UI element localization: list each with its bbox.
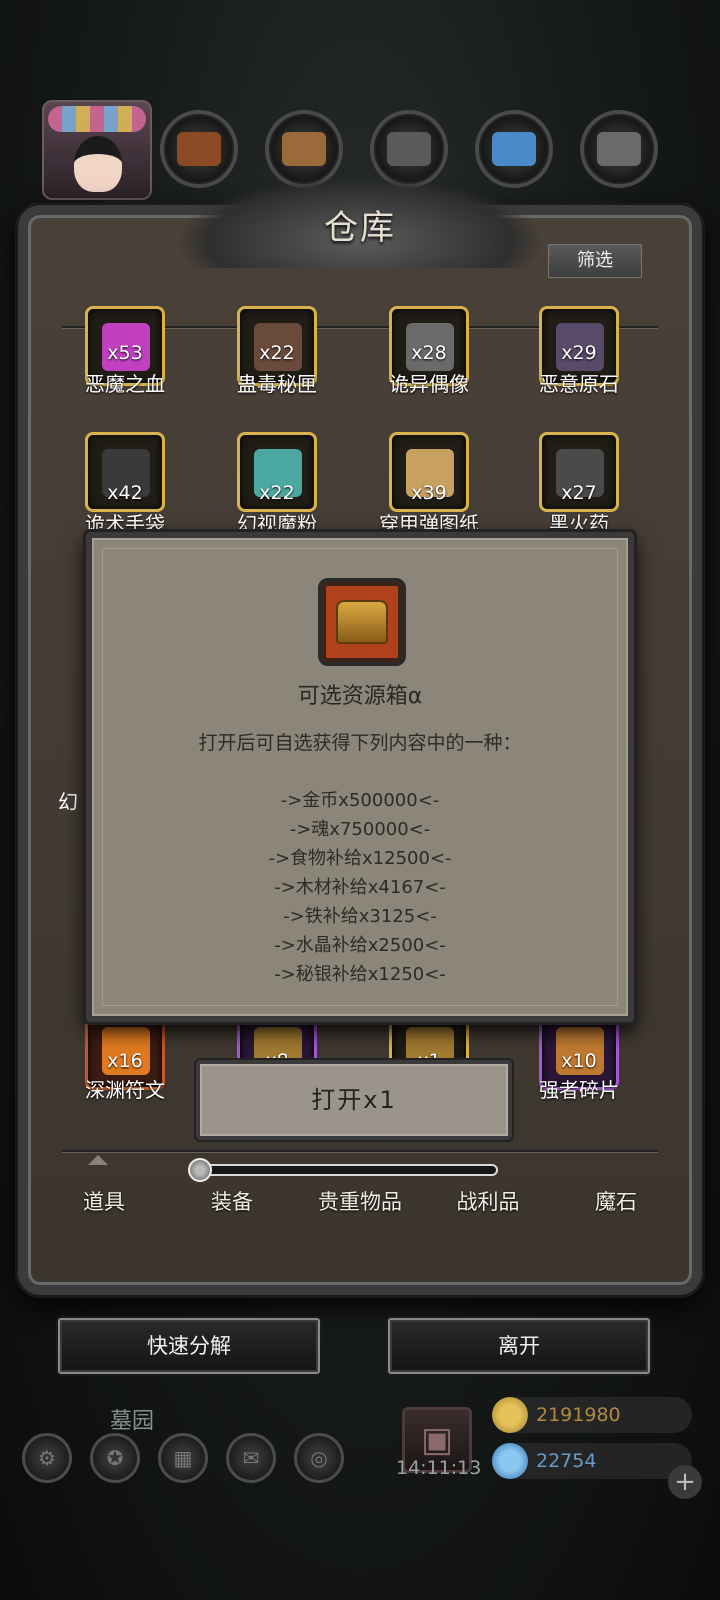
gem-amount: 22754 — [536, 1450, 597, 1472]
item-quantity: x27 — [561, 482, 597, 504]
skill-icon[interactable]: ◎ — [294, 1433, 344, 1483]
crystal-resource-icon[interactable] — [475, 110, 553, 188]
item-quantity: x22 — [259, 342, 295, 364]
player-avatar[interactable] — [42, 100, 152, 200]
quick-decompose-button[interactable]: 快速分解 — [58, 1318, 320, 1374]
scroll-slider-thumb[interactable] — [188, 1158, 212, 1182]
tab-magic-stones[interactable]: 魔石 — [552, 1186, 680, 1216]
popup-item-name: 可选资源箱α — [297, 684, 423, 709]
reward-option: ->秘银补给x1250<- — [274, 964, 446, 985]
inventory-item[interactable]: x16 深渊符文 — [50, 1010, 200, 1110]
category-tabs: 道具 装备 贵重物品 战利品 魔石 — [40, 1186, 680, 1216]
open-button[interactable]: 打开x1 — [196, 1060, 512, 1140]
balloons-decoration — [48, 106, 146, 132]
add-currency-button[interactable]: + — [668, 1465, 702, 1499]
item-quantity: x29 — [561, 342, 597, 364]
inventory-item[interactable]: x42 诡术手袋 — [50, 432, 200, 536]
item-name: 诡异偶像 — [389, 372, 469, 396]
scroll-slider-track[interactable] — [200, 1164, 498, 1176]
item-name: 恶意原石 — [539, 372, 619, 396]
leave-button[interactable]: 离开 — [388, 1318, 650, 1374]
settings-gear-icon[interactable]: ⚙ — [22, 1433, 72, 1483]
inventory-item[interactable]: x29 恶意原石 — [504, 306, 654, 406]
filter-button[interactable]: 筛选 — [548, 244, 642, 278]
tab-loot[interactable]: 战利品 — [424, 1186, 552, 1216]
tab-items[interactable]: 道具 — [40, 1186, 168, 1216]
bottom-divider — [62, 1150, 658, 1152]
inventory-item[interactable]: x53 恶魔之血 — [50, 306, 200, 406]
inventory-item[interactable]: x22 蛊毒秘匣 — [202, 306, 352, 406]
gold-coin-icon — [492, 1397, 528, 1433]
reward-option: ->木材补给x4167<- — [274, 877, 446, 898]
active-tab-indicator — [88, 1155, 108, 1165]
bottom-menu: ⚙ ✪ ▦ ✉ ◎ — [22, 1433, 344, 1483]
gem-counter: 22754 — [492, 1443, 692, 1479]
item-quantity: x53 — [107, 342, 143, 364]
item-quantity: x28 — [411, 342, 447, 364]
gold-amount: 2191980 — [536, 1404, 621, 1426]
guild-icon[interactable]: ▦ — [158, 1433, 208, 1483]
reward-option: ->金币x500000<- — [280, 790, 440, 811]
bottom-hud: 墓园 ⚙ ✪ ▦ ✉ ◎ ▣ 14:11:13 2191980 22754 + — [0, 1395, 720, 1600]
avatar-face — [74, 136, 122, 192]
item-quantity: x10 — [561, 1050, 597, 1072]
item-quantity: x39 — [411, 482, 447, 504]
tab-valuables[interactable]: 贵重物品 — [296, 1186, 424, 1216]
popup-description: 打开后可自选获得下列内容中的一种： — [198, 732, 522, 754]
inventory-item[interactable]: x27 黑火药 — [504, 432, 654, 536]
location-label: 墓园 — [110, 1409, 155, 1434]
tab-equipment[interactable]: 装备 — [168, 1186, 296, 1216]
reward-option: ->魂x750000<- — [289, 819, 431, 840]
mithril-resource-icon[interactable] — [580, 110, 658, 188]
hero-icon[interactable]: ✪ — [90, 1433, 140, 1483]
warehouse-title: 仓库 — [324, 208, 396, 248]
inventory-item[interactable]: x28 诡异偶像 — [354, 306, 504, 406]
wood-resource-icon[interactable] — [265, 110, 343, 188]
inventory-item[interactable]: x10 强者碎片 — [504, 1010, 654, 1110]
inventory-item[interactable]: x39 穿甲弹图纸 — [354, 432, 504, 536]
item-quantity: x16 — [107, 1050, 143, 1072]
chest-shape — [336, 600, 388, 644]
iron-resource-icon[interactable] — [370, 110, 448, 188]
reward-option: ->食物补给x12500<- — [268, 848, 452, 869]
reward-option: ->水晶补给x2500<- — [274, 935, 446, 956]
reward-options-list: ->金币x500000<- ->魂x750000<- ->食物补给x12500<… — [92, 786, 628, 989]
clock-text: 14:11:13 — [396, 1457, 482, 1479]
mail-icon[interactable]: ✉ — [226, 1433, 276, 1483]
partial-item-label: 幻 — [58, 790, 78, 814]
treasure-chest-icon — [318, 578, 406, 666]
item-name: 蛊毒秘匣 — [237, 372, 317, 396]
food-resource-icon[interactable] — [160, 110, 238, 188]
gem-icon — [492, 1443, 528, 1479]
reward-option: ->铁补给x3125<- — [283, 906, 437, 927]
item-quantity: x42 — [107, 482, 143, 504]
item-quantity: x22 — [259, 482, 295, 504]
item-name: 深渊符文 — [85, 1078, 165, 1102]
item-name: 强者碎片 — [539, 1078, 619, 1102]
gold-counter: 2191980 — [492, 1397, 692, 1433]
item-name: 恶魔之血 — [85, 372, 165, 396]
inventory-item[interactable]: x22 幻视魔粉 — [202, 432, 352, 536]
item-detail-popup: 可选资源箱α 打开后可自选获得下列内容中的一种： ->金币x500000<- -… — [86, 532, 634, 1022]
